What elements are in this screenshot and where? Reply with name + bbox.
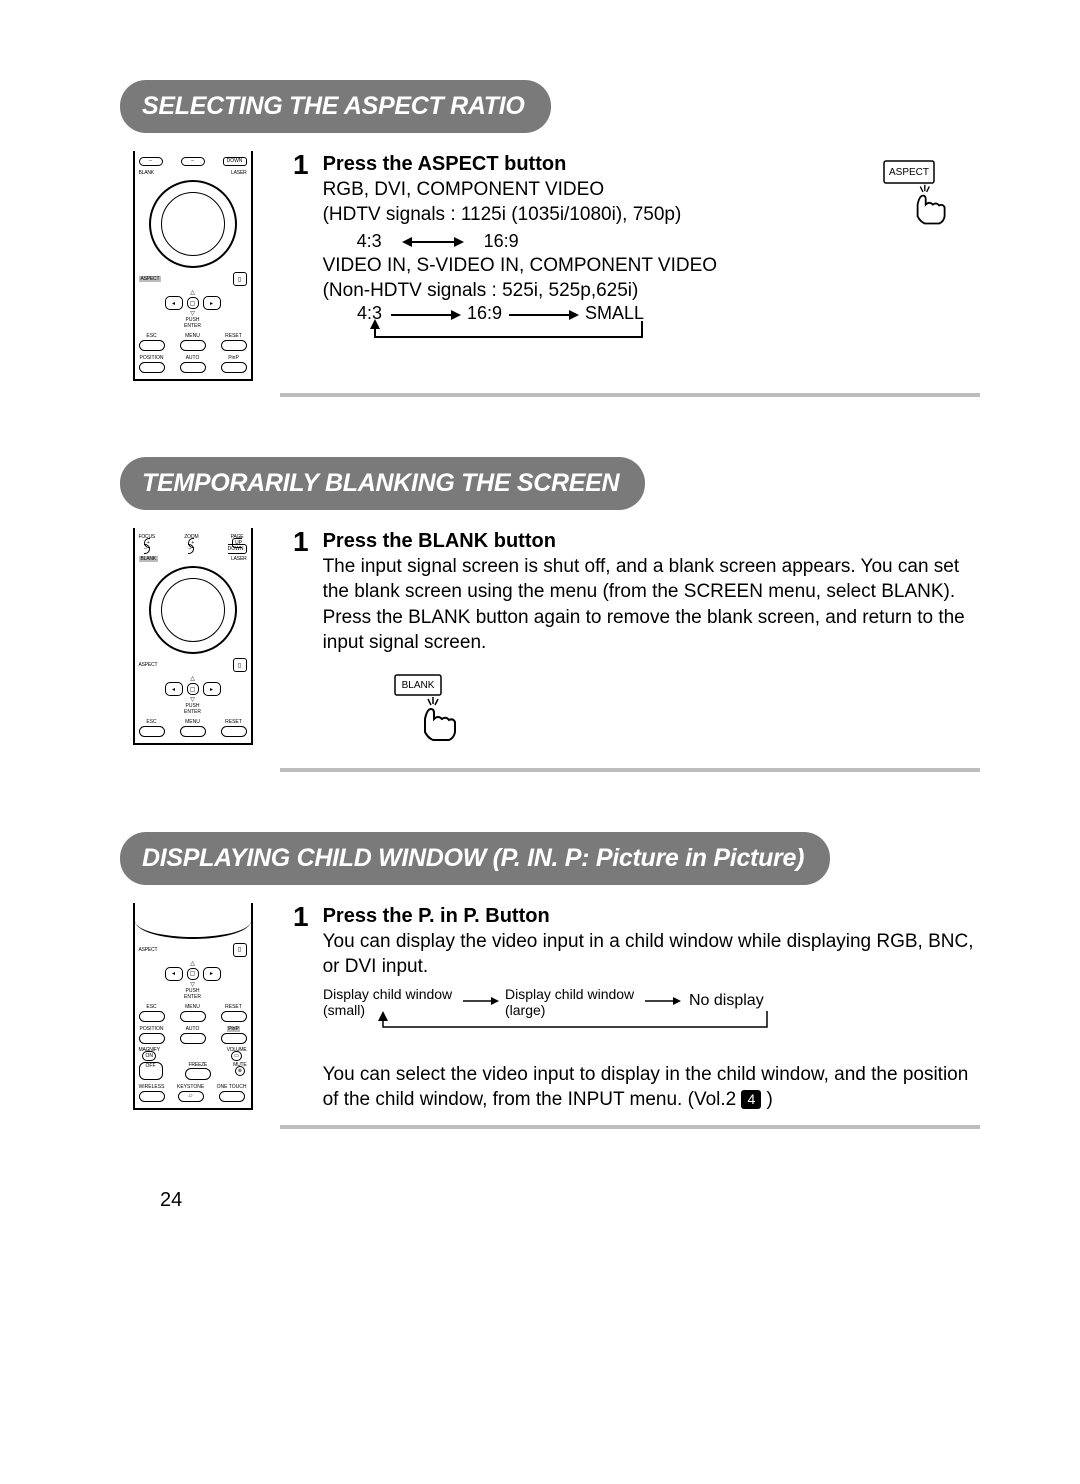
aspect-nonhdtv-line: (Non-HDTV signals : 525i, 525p,625i): [323, 278, 980, 303]
section-pinp: DISPLAYING CHILD WINDOW (P. IN. P: Pictu…: [120, 832, 980, 1129]
left-arrow-icon: ◂: [165, 296, 183, 310]
section-blank-screen: TEMPORARILY BLANKING THE SCREEN FOCUS+– …: [120, 457, 980, 772]
remote-laser-label: LASER: [231, 170, 246, 176]
mouse-icon: ▯: [233, 272, 247, 286]
section-divider: [120, 1125, 980, 1129]
step-title-pinp: Press the P. in P. Button: [323, 903, 980, 929]
aspect-button-illustration: ASPECT: [882, 159, 960, 236]
section-title-pinp: DISPLAYING CHILD WINDOW (P. IN. P: Pictu…: [120, 832, 830, 885]
section-divider: [120, 393, 980, 397]
svg-text:16:9: 16:9: [467, 305, 502, 323]
section-divider: [120, 768, 980, 772]
remote-illustration-blank: FOCUS+– ZOOM+– PAGEUPDOWN BLANK LASER AS…: [120, 528, 265, 745]
double-arrow-icon: [402, 235, 464, 249]
svg-text:Display child window: Display child window: [323, 987, 453, 1002]
aspect-cycle-diagram: 4:3 16:9 SMALL: [357, 305, 980, 356]
svg-text:Display child window: Display child window: [505, 987, 635, 1002]
pinp-body2-text: You can select the video input to displa…: [323, 1062, 980, 1112]
svg-text:(large): (large): [505, 1002, 545, 1018]
svg-text:SMALL: SMALL: [585, 305, 644, 323]
remote-trackpad-ring: [149, 180, 237, 268]
remote-blank-label: BLANK: [139, 170, 154, 176]
step-number-aspect: 1: [293, 151, 309, 357]
step-number-pinp: 1: [293, 903, 309, 1113]
remote-push-enter-label: PUSHENTER: [139, 317, 247, 329]
right-arrow-icon: ▸: [203, 296, 221, 310]
vol2-page-ref-badge: 4: [741, 1090, 761, 1108]
pinp-cycle-diagram: Display child window (small) Display chi…: [323, 987, 980, 1050]
step-title-blank: Press the BLANK button: [323, 528, 980, 554]
aspect-video-line: VIDEO IN, S-VIDEO IN, COMPONENT VIDEO: [323, 253, 980, 278]
svg-text:(small): (small): [323, 1002, 365, 1018]
step-number-blank: 1: [293, 528, 309, 756]
section-title-aspect: SELECTING THE ASPECT RATIO: [120, 80, 551, 133]
remote-aspect-label: ASPECT: [139, 276, 162, 282]
svg-text:No display: No display: [689, 992, 764, 1009]
section-title-blank: TEMPORARILY BLANKING THE SCREEN: [120, 457, 645, 510]
section-aspect-ratio: SELECTING THE ASPECT RATIO –– DOWN BLANK…: [120, 80, 980, 397]
page-number: 24: [160, 1189, 980, 1212]
remote-illustration-aspect: –– DOWN BLANK LASER ASPECT ▯ ◂: [120, 151, 265, 381]
blank-button-illustration: BLANK: [393, 673, 980, 756]
blank-body-text: The input signal screen is shut off, and…: [323, 554, 980, 654]
remote-page-down-label: DOWN: [223, 157, 247, 166]
aspect-btn-text: ASPECT: [889, 167, 929, 178]
svg-text:BLANK: BLANK: [401, 680, 434, 691]
svg-text:4:3: 4:3: [357, 305, 382, 323]
pinp-intro-text: You can display the video input in a chi…: [323, 929, 980, 979]
remote-illustration-pinp: ASPECT ▯ ◂ △ ▢ ▽ ▸ PUSHENTER E: [120, 903, 265, 1110]
